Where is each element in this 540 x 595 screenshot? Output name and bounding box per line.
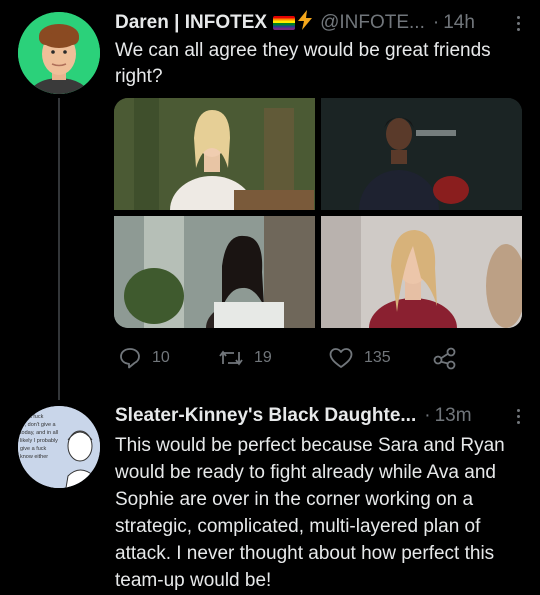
more-icon[interactable]	[509, 403, 527, 429]
avatar-meme-image: I'm a fuck ..., don't give a today, and …	[18, 406, 100, 488]
svg-text:today, and in all: today, and in all	[20, 430, 58, 436]
svg-text:know either: know either	[20, 454, 48, 460]
reply-button[interactable]: 10	[118, 344, 170, 372]
photo-1[interactable]	[114, 98, 315, 210]
svg-text:I'm a fuck: I'm a fuck	[20, 414, 44, 420]
more-icon[interactable]	[509, 10, 527, 36]
lightning-icon	[296, 10, 314, 36]
photo-2[interactable]	[321, 98, 522, 210]
like-icon	[329, 348, 353, 368]
timestamp[interactable]: 13m	[435, 405, 472, 427]
tweet-header: Daren | INFOTEX @INFOTE... · 14h	[115, 10, 527, 36]
timestamp[interactable]: 14h	[443, 12, 475, 34]
display-name[interactable]: Sleater-Kinney's Black Daughte...	[115, 405, 416, 427]
avatar[interactable]	[18, 12, 100, 94]
photo-4[interactable]	[321, 216, 522, 328]
share-icon	[433, 347, 456, 370]
reply-count: 10	[152, 349, 170, 366]
display-name[interactable]: Daren | INFOTEX	[115, 12, 267, 34]
tweet-actions: 10 19 135	[114, 344, 514, 372]
retweet-button[interactable]: 19	[218, 344, 272, 372]
like-count: 135	[364, 349, 391, 366]
photo-3[interactable]	[114, 216, 315, 328]
thread-line	[58, 98, 60, 400]
separator-dot: ·	[432, 12, 440, 33]
pride-flag-icon	[273, 16, 296, 30]
svg-text:..., don't give a: ..., don't give a	[20, 422, 57, 428]
retweet-icon	[219, 350, 243, 366]
svg-text:likely I probably: likely I probably	[20, 438, 58, 444]
share-button[interactable]	[432, 344, 458, 372]
like-button[interactable]: 135	[328, 344, 391, 372]
svg-text:give a fuck: give a fuck	[20, 446, 47, 452]
avatar[interactable]: I'm a fuck ..., don't give a today, and …	[18, 406, 100, 488]
tweet-text: We can all agree they would be great fri…	[115, 40, 491, 87]
avatar-portrait	[18, 12, 100, 94]
reply-icon	[120, 348, 140, 369]
retweet-count: 19	[254, 349, 272, 366]
separator-dot: ·	[424, 405, 431, 426]
tweet-text: This would be perfect because Sara and R…	[115, 435, 505, 591]
media-grid[interactable]	[114, 98, 522, 328]
handle[interactable]: @INFOTE...	[320, 12, 425, 34]
tweet-header: Sleater-Kinney's Black Daughte... · 13m	[115, 403, 527, 429]
